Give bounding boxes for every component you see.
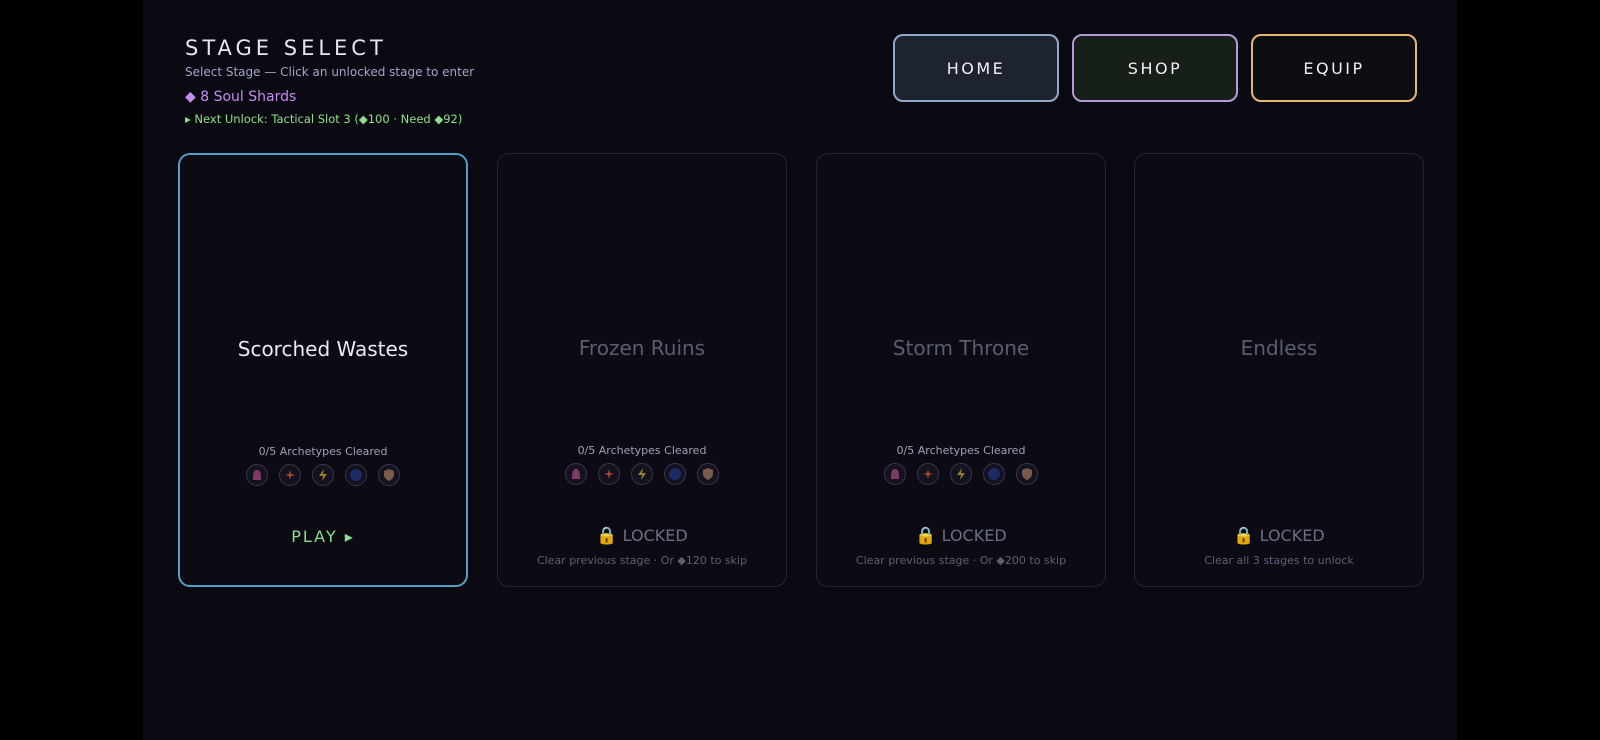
archetype-icons — [817, 463, 1105, 485]
stage-name: Storm Throne — [892, 336, 1030, 360]
archetypes-progress: 0/5 Archetypes Cleared — [896, 444, 1026, 457]
lightning-icon — [950, 463, 972, 485]
unlock-hint: Clear previous stage · Or ◆200 to skip — [855, 554, 1067, 567]
orb-icon — [345, 464, 367, 486]
archetype-icons — [498, 463, 786, 485]
locked-text: LOCKED — [622, 526, 688, 545]
hood-icon — [884, 463, 906, 485]
stage-name: Frozen Ruins — [578, 336, 706, 360]
burst-icon — [598, 463, 620, 485]
archetype-icons — [180, 464, 466, 486]
lightning-icon — [312, 464, 334, 486]
next-unlock-info: ▸ Next Unlock: Tactical Slot 3 (◆100 · N… — [185, 112, 463, 126]
shop-button[interactable]: SHOP — [1072, 34, 1238, 102]
lock-icon: 🔒 — [1233, 526, 1255, 546]
lock-icon: 🔒 — [596, 526, 618, 546]
page-subtitle: Select Stage — Click an unlocked stage t… — [185, 65, 475, 79]
stage-name: Scorched Wastes — [237, 337, 409, 361]
lock-icon: 🔒 — [915, 526, 937, 546]
stage-card-frozen-ruins[interactable]: Frozen Ruins 0/5 Archetypes Cleared 🔒 LO… — [497, 153, 787, 587]
hood-icon — [246, 464, 268, 486]
page-title: STAGE SELECT — [185, 36, 387, 60]
archetypes-progress: 0/5 Archetypes Cleared — [577, 444, 707, 457]
shield-icon — [1016, 463, 1038, 485]
unlock-hint: Clear all 3 stages to unlock — [1204, 554, 1354, 567]
archetypes-progress: 0/5 Archetypes Cleared — [258, 445, 388, 458]
lightning-icon — [631, 463, 653, 485]
play-button[interactable]: PLAY ▸ — [180, 527, 466, 546]
locked-text: LOCKED — [1259, 526, 1325, 545]
stage-card-endless[interactable]: Endless 🔒 LOCKED Clear all 3 stages to u… — [1134, 153, 1424, 587]
burst-icon — [279, 464, 301, 486]
orb-icon — [983, 463, 1005, 485]
locked-label: 🔒 LOCKED — [498, 526, 786, 546]
shield-icon — [697, 463, 719, 485]
locked-label: 🔒 LOCKED — [1135, 526, 1423, 546]
home-button[interactable]: HOME — [893, 34, 1059, 102]
stage-name: Endless — [1240, 336, 1318, 360]
locked-text: LOCKED — [941, 526, 1007, 545]
stage-card-storm-throne[interactable]: Storm Throne 0/5 Archetypes Cleared 🔒 LO… — [816, 153, 1106, 587]
shield-icon — [378, 464, 400, 486]
equip-button[interactable]: EQUIP — [1251, 34, 1417, 102]
soul-shards-count: ◆ 8 Soul Shards — [185, 89, 297, 105]
orb-icon — [664, 463, 686, 485]
unlock-hint: Clear previous stage · Or ◆120 to skip — [536, 554, 748, 567]
stage-card-scorched-wastes[interactable]: Scorched Wastes 0/5 Archetypes Cleared P… — [178, 153, 468, 587]
locked-label: 🔒 LOCKED — [817, 526, 1105, 546]
burst-icon — [917, 463, 939, 485]
hood-icon — [565, 463, 587, 485]
